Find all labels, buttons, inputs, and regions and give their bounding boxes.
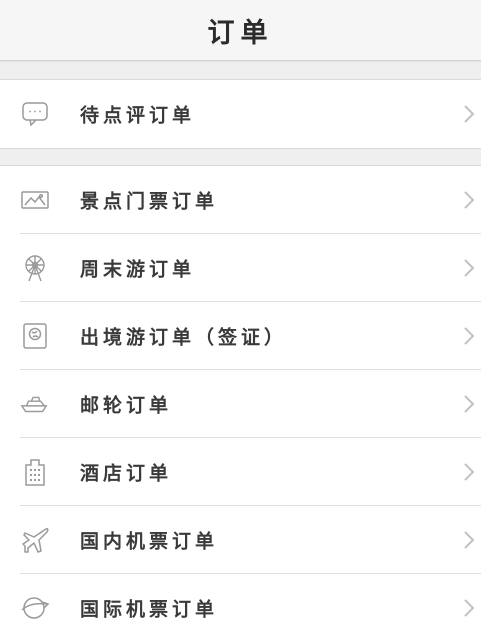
- menu-item-pending-review-orders[interactable]: 待点评订单: [0, 80, 481, 148]
- chevron-right-icon: [464, 599, 475, 617]
- menu-item-hotel-orders[interactable]: 酒店订单: [0, 438, 481, 506]
- cruise-ship-icon: [20, 389, 50, 419]
- menu-item-scenic-ticket-orders[interactable]: 景点门票订单: [0, 166, 481, 234]
- chevron-right-icon: [464, 191, 475, 209]
- chevron-right-icon: [464, 463, 475, 481]
- chevron-right-icon: [464, 395, 475, 413]
- globe-plane-icon: [20, 593, 50, 623]
- navigation-bar: 订单: [0, 0, 481, 61]
- menu-item-label: 邮轮订单: [80, 394, 173, 417]
- chevron-right-icon: [464, 531, 475, 549]
- menu-item-label: 出境游订单（签证）: [80, 326, 288, 349]
- menu-item-weekend-trip-orders[interactable]: 周末游订单: [0, 234, 481, 302]
- menu-item-label: 景点门票订单: [80, 190, 219, 213]
- passport-icon: [20, 321, 50, 351]
- menu-item-international-flight-orders[interactable]: 国际机票订单: [0, 574, 481, 623]
- menu-item-label: 酒店订单: [80, 462, 173, 485]
- ferris-wheel-icon: [20, 253, 50, 283]
- menu-item-label: 国际机票订单: [80, 598, 219, 621]
- ticket-icon: [20, 185, 50, 215]
- chevron-right-icon: [464, 105, 475, 123]
- order-categories-group: 景点门票订单 周末游订单 出境游订单（签证） 邮轮订单 酒店订单 国内机票订单 …: [0, 165, 481, 623]
- menu-item-domestic-flight-orders[interactable]: 国内机票订单: [0, 506, 481, 574]
- orders-screen: 订单 待点评订单 景点门票订单 周末游订单 出境游订单（签证） 邮轮订单 酒店订…: [0, 0, 481, 623]
- hotel-icon: [20, 457, 50, 487]
- page-title: 订单: [207, 17, 274, 49]
- chevron-right-icon: [464, 259, 475, 277]
- menu-item-label: 国内机票订单: [80, 530, 219, 553]
- review-orders-group: 待点评订单: [0, 79, 481, 149]
- menu-item-outbound-travel-visa-orders[interactable]: 出境游订单（签证）: [0, 302, 481, 370]
- menu-item-label: 周末游订单: [80, 258, 196, 281]
- chevron-right-icon: [464, 327, 475, 345]
- menu-item-cruise-orders[interactable]: 邮轮订单: [0, 370, 481, 438]
- airplane-icon: [20, 525, 50, 555]
- comment-icon: [20, 99, 50, 129]
- menu-item-label: 待点评订单: [80, 104, 196, 127]
